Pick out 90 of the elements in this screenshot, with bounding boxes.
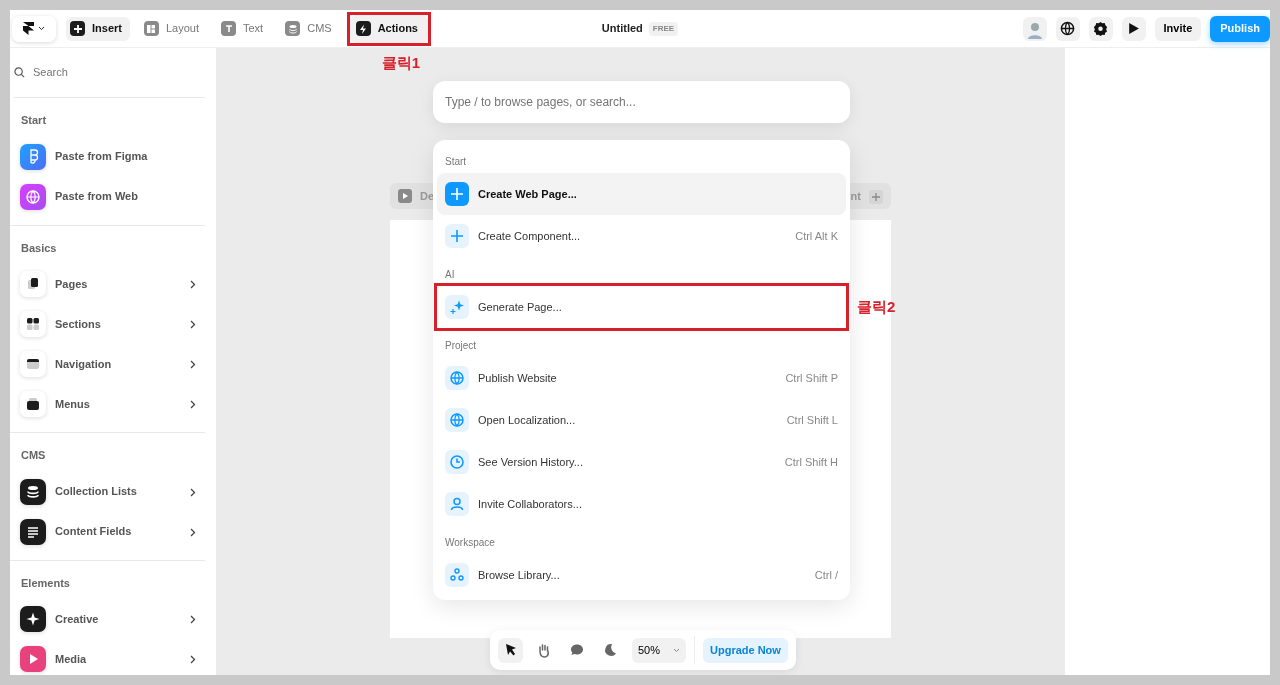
database-icon [285, 21, 301, 36]
person-icon [445, 492, 469, 516]
shortcut-label: Ctrl Shift H [784, 454, 838, 470]
sidebar-item[interactable]: Media [10, 639, 205, 675]
sidebar-item[interactable]: Content Fields [10, 511, 205, 552]
globe-icon [20, 183, 46, 210]
menu-item-label: Create Web Page... [478, 186, 577, 202]
menu-item-label: Create Component... [478, 228, 581, 244]
menu-item[interactable]: Publish Website Ctrl Shift P [437, 357, 846, 399]
menu-group-title: Workspace [444, 536, 496, 550]
toolbar-tab[interactable]: CMS [281, 16, 340, 41]
sidebar-item[interactable]: Menus [10, 384, 205, 424]
sparkle-icon [20, 606, 46, 632]
menu-item-label: See Version History... [478, 454, 583, 470]
breakpoint-label: nt [850, 188, 861, 204]
section-title: Basics [20, 240, 58, 256]
circles-icon [445, 563, 469, 587]
sidebar-item[interactable]: Creative [10, 599, 205, 639]
logo-menu-button[interactable] [12, 15, 56, 42]
zoom-dropdown[interactable]: 50% [632, 637, 686, 663]
navigation-icon [20, 351, 46, 377]
menu-item[interactable]: See Version History... Ctrl Shift H [437, 441, 846, 483]
document-title: Untitled [601, 21, 643, 37]
caret-icon [38, 26, 45, 31]
upgrade-button[interactable]: Upgrade Now [703, 637, 788, 663]
clock-icon [445, 450, 469, 474]
plus-icon [70, 21, 85, 36]
settings-button[interactable] [1088, 16, 1113, 41]
shortcut-label: Ctrl Alt K [795, 228, 838, 244]
section-title: CMS [20, 448, 47, 463]
language-button[interactable] [1055, 16, 1080, 41]
menu-item[interactable]: Create Web Page... [437, 173, 846, 215]
tool-button[interactable] [498, 637, 523, 663]
toolbar-tab[interactable]: Text [217, 16, 272, 41]
menu-item-label: Browse Library... [478, 567, 560, 583]
sidebar-item[interactable]: Collection Lists [10, 471, 205, 512]
layout-icon [143, 21, 159, 36]
database-icon [20, 478, 46, 505]
toolbar-tab[interactable]: Insert [66, 16, 130, 41]
preview-button[interactable] [1121, 16, 1146, 41]
plus-icon [445, 224, 469, 248]
settings-icon [1093, 21, 1109, 36]
menu-item[interactable]: Browse Library... Ctrl / [437, 554, 846, 596]
command-search-field[interactable]: Type / to browse pages, or search... [433, 81, 850, 123]
search-icon [14, 67, 25, 78]
sidebar-item[interactable]: Pages [10, 264, 205, 304]
annotation-label: 클릭1 [381, 52, 420, 73]
invite-button[interactable]: Invite [1154, 16, 1202, 41]
comment-icon [568, 642, 585, 658]
plan-badge: FREE [648, 21, 679, 36]
menu-item-label: Generate Page... [478, 299, 562, 315]
sidebar-item[interactable]: Navigation [10, 344, 205, 384]
section-title: Elements [20, 575, 71, 591]
plus-icon [869, 189, 883, 204]
text-lines-icon [20, 518, 46, 545]
logo-icon [23, 22, 34, 35]
breakpoint-label: De [420, 188, 435, 204]
shortcut-label: Ctrl / [814, 567, 838, 583]
globe-icon [445, 366, 469, 390]
sparkle-icon [445, 295, 469, 319]
pages-icon [20, 271, 46, 297]
shortcut-label: Ctrl Shift P [785, 370, 838, 386]
sections-icon [20, 311, 46, 337]
toolbar-tab[interactable]: Layout [139, 16, 207, 41]
play-icon [1127, 22, 1141, 35]
globe-icon [1060, 21, 1076, 36]
menu-item[interactable]: Invite Collaborators... [437, 483, 846, 525]
menu-item[interactable]: Create Component... Ctrl Alt K [437, 215, 846, 257]
menu-group-title: Start [444, 155, 468, 169]
menu-group-title: AI [444, 268, 456, 282]
sidebar-item[interactable]: Sections [10, 304, 205, 344]
section-title: Start [20, 113, 48, 128]
menus-icon [20, 391, 46, 417]
sidebar-item[interactable]: Paste from Web [10, 176, 205, 217]
shortcut-label: Ctrl Shift L [786, 412, 838, 428]
menu-item[interactable]: Open Localization... Ctrl Shift L [437, 399, 846, 441]
menu-item-label: Invite Collaborators... [478, 496, 582, 512]
sidebar-item[interactable]: Paste from Figma [10, 136, 205, 177]
plus-icon [445, 182, 469, 206]
globe-icon [445, 408, 469, 432]
menu-item-label: Open Localization... [478, 412, 576, 428]
play-icon [20, 646, 46, 672]
lightning-icon [355, 21, 371, 36]
annotation-label: 클릭2 [857, 297, 896, 317]
menu-item-label: Publish Website [478, 370, 557, 386]
menu-group-title: Project [444, 339, 478, 353]
play-icon [398, 189, 412, 203]
caret-icon [673, 648, 680, 654]
search-field[interactable]: Search [31, 63, 181, 82]
text-icon [221, 21, 236, 36]
